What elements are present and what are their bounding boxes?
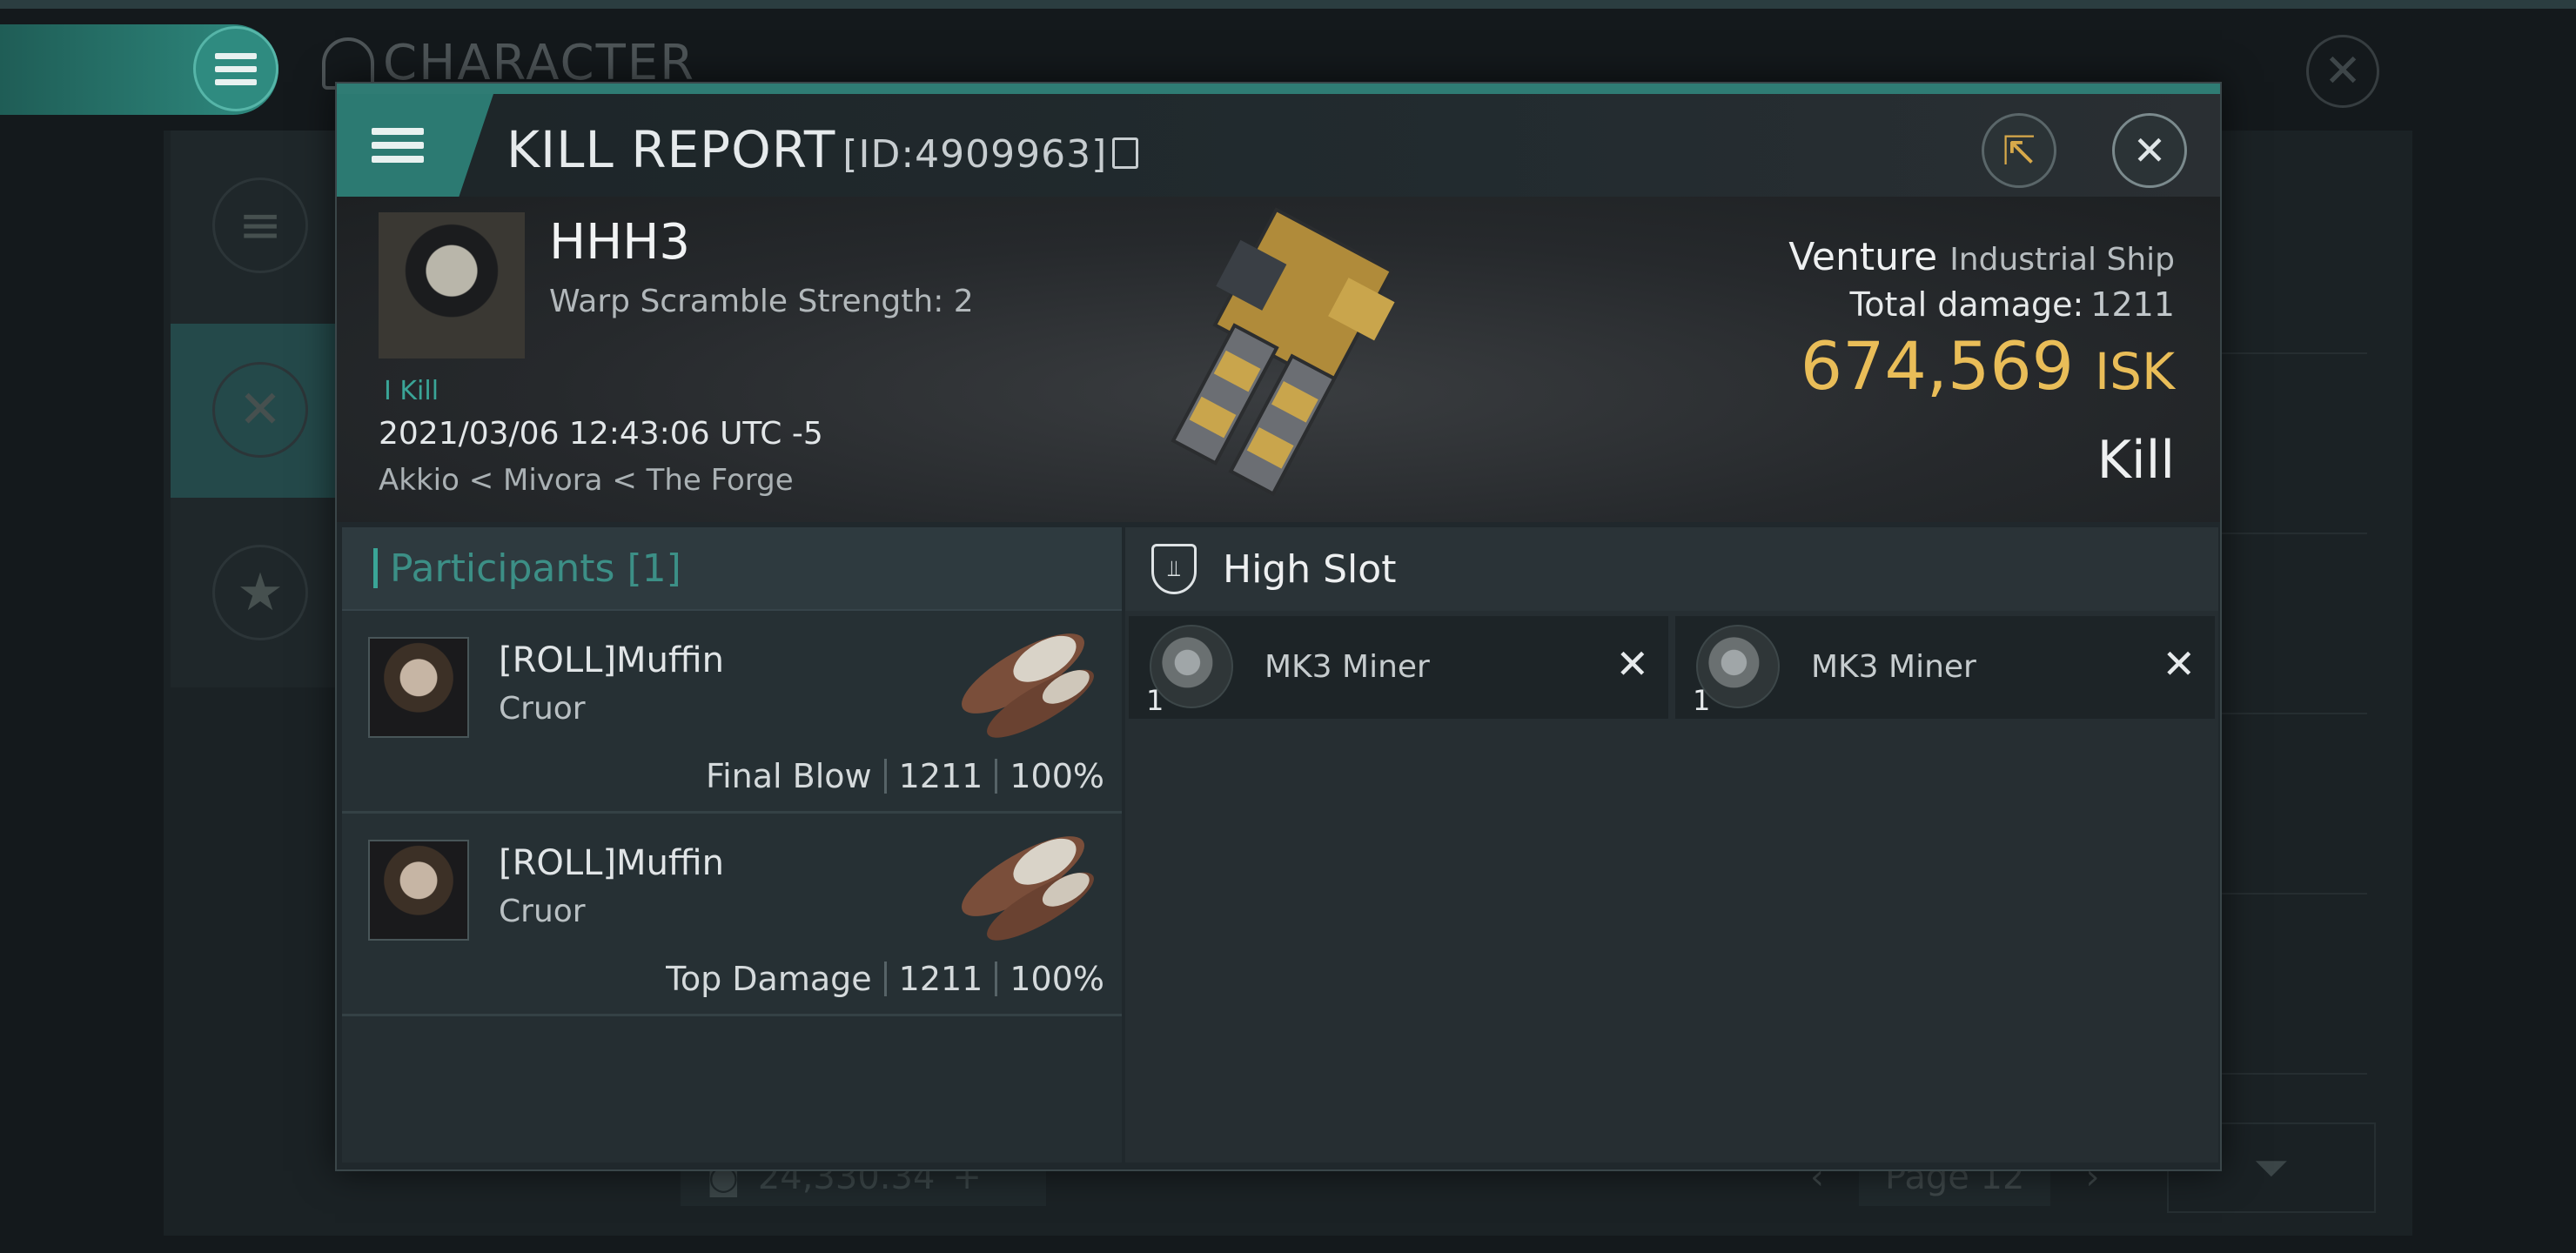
victim-name[interactable]: HHH3 (549, 214, 690, 271)
victim-banner: HHH3 Warp Scramble Strength: 2 I Kill 20… (337, 197, 2220, 522)
participant-avatar[interactable] (368, 637, 469, 738)
fitting-panel: ⫫ High Slot 1 MK3 Miner ✕ 1 MK3 Miner ✕ (1125, 527, 2218, 1163)
participant-ship: Cruor (499, 691, 586, 727)
top-strip (0, 0, 2576, 9)
menu-icon (215, 52, 257, 85)
close-icon: ✕ (2132, 127, 2167, 174)
background-close-button[interactable]: ✕ (2306, 35, 2379, 108)
participants-panel: Participants [1] [ROLL]Muffin Cruor Fina… (342, 527, 1122, 1163)
module-name: MK3 Miner (1265, 649, 1430, 685)
high-slot-header: ⫫ High Slot (1125, 527, 2218, 611)
kill-time: 2021/03/06 12:43:06 UTC -5 (379, 416, 823, 452)
destroyed-icon: ✕ (1615, 640, 1649, 687)
ship-type[interactable]: Venture Industrial Ship (1788, 235, 2175, 279)
share-icon: ⇱ (2002, 127, 2036, 174)
participant-row[interactable]: [ROLL]Muffin Cruor Final Blow 1211 100% (342, 611, 1122, 814)
module-quantity: 1 (1693, 684, 1711, 717)
high-slot-icon: ⫫ (1151, 544, 1197, 594)
menu-icon (372, 128, 424, 163)
isk-value: 674,569 ISK (1800, 327, 2175, 405)
close-button[interactable]: ✕ (2112, 113, 2187, 188)
background-list-button[interactable]: ≡ (212, 178, 308, 273)
participant-stats: Final Blow 1211 100% (706, 757, 1104, 795)
destroyed-icon: ✕ (2162, 640, 2196, 687)
dialog-title: KILL REPORT [ID:4909963] (506, 120, 1139, 179)
star-icon: ★ (237, 562, 284, 623)
kill-location[interactable]: Akkio < Mivora < The Forge (379, 463, 794, 498)
total-damage: Total damage: 1211 (1849, 285, 2175, 324)
list-icon: ≡ (238, 195, 283, 256)
background-menu-button[interactable] (193, 26, 278, 111)
participant-ship: Cruor (499, 894, 586, 929)
dialog-accent-bar (337, 84, 2220, 94)
module-quantity: 1 (1146, 684, 1164, 717)
participant-name: [ROLL]Muffin (499, 843, 724, 883)
participant-avatar[interactable] (368, 840, 469, 941)
participants-header: Participants [1] (342, 527, 1122, 611)
copy-icon[interactable] (1112, 137, 1139, 169)
participant-name: [ROLL]Muffin (499, 640, 724, 680)
share-button[interactable]: ⇱ (1982, 113, 2056, 188)
kill-tag: I Kill (384, 376, 439, 406)
module-item[interactable]: 1 MK3 Miner ✕ (1129, 616, 1668, 719)
background-favorites-button[interactable]: ★ (212, 545, 308, 640)
module-name: MK3 Miner (1811, 649, 1976, 685)
kill-report-dialog: KILL REPORT [ID:4909963] ⇱ ✕ HHH3 Warp Sc… (335, 82, 2222, 1171)
background-combat-button[interactable]: ✕ (212, 362, 308, 458)
victim-ship-image (1171, 207, 1395, 497)
participant-ship-image (962, 633, 1094, 738)
kill-id: [ID:4909963] (842, 132, 1108, 177)
participant-row[interactable]: [ROLL]Muffin Cruor Top Damage 1211 100% (342, 814, 1122, 1016)
crossed-swords-icon: ✕ (238, 379, 283, 440)
participant-stats: Top Damage 1211 100% (666, 960, 1104, 998)
module-item[interactable]: 1 MK3 Miner ✕ (1675, 616, 2215, 719)
filter-icon: ⏷ (2254, 1142, 2289, 1193)
kill-result: Kill (2096, 430, 2175, 491)
high-slot-items: 1 MK3 Miner ✕ 1 MK3 Miner ✕ (1125, 611, 2218, 724)
participant-ship-image (962, 836, 1094, 941)
dialog-header: KILL REPORT [ID:4909963] ⇱ ✕ (337, 94, 2220, 197)
warp-scramble-strength: Warp Scramble Strength: 2 (549, 284, 974, 319)
close-icon: ✕ (2324, 45, 2362, 97)
victim-portrait[interactable] (379, 212, 525, 358)
dialog-menu-button[interactable] (337, 94, 493, 197)
